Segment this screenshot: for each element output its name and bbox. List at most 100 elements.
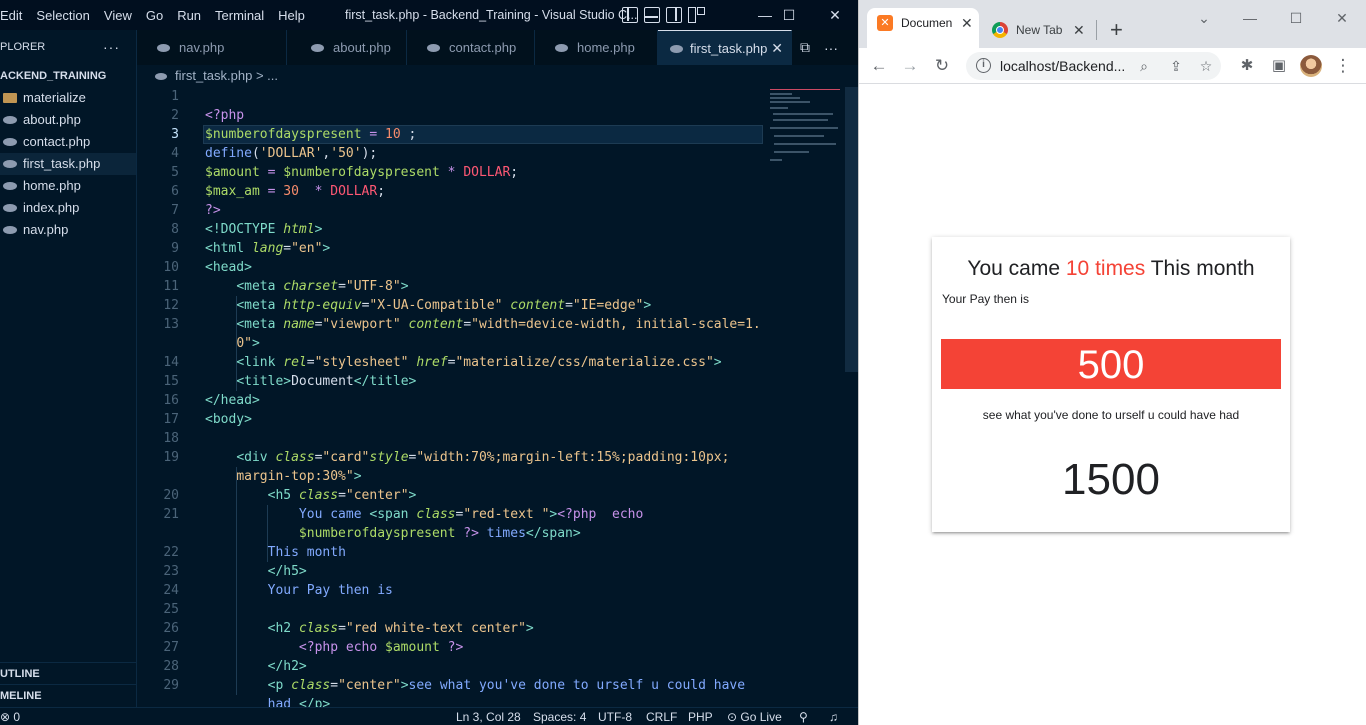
zoom-icon[interactable]: ⌕ <box>1132 54 1156 78</box>
tab-contact[interactable]: contact.php <box>407 30 535 65</box>
menu-view[interactable]: View <box>97 8 139 23</box>
bookmark-star-icon[interactable]: ☆ <box>1194 54 1218 78</box>
code-line[interactable]: 7 ?> <box>137 201 845 220</box>
chrome-maximize-button[interactable]: ☐ <box>1273 0 1319 36</box>
tab-nav[interactable]: nav.php <box>137 30 287 65</box>
code-line[interactable]: 10 <head> <box>137 258 845 277</box>
code-line[interactable]: 13 <meta name="viewport" content="width=… <box>137 315 845 334</box>
status-language[interactable]: PHP <box>688 708 713 725</box>
code-line[interactable]: 9 <html lang="en"> <box>137 239 845 258</box>
code-line[interactable]: 27 <?php echo $amount ?> <box>137 638 845 657</box>
site-info-icon[interactable]: i <box>976 58 991 73</box>
status-encoding[interactable]: UTF-8 <box>598 708 632 725</box>
forward-button[interactable]: → <box>898 54 922 78</box>
toggle-sidebar-icon[interactable] <box>622 7 638 23</box>
code-line[interactable]: 18 <box>137 429 845 448</box>
workspace-folder[interactable]: ACKEND_TRAINING <box>0 65 136 87</box>
code-line[interactable]: 0"> <box>137 334 845 353</box>
menu-go[interactable]: Go <box>139 8 170 23</box>
code-line[interactable]: 6 $max_am = 30 * DOLLAR; <box>137 182 845 201</box>
address-bar[interactable]: i localhost/Backend... ⌕ ⇪ ☆ <box>966 52 1221 80</box>
code-line[interactable]: 17 <body> <box>137 410 845 429</box>
back-button[interactable]: ← <box>867 54 891 78</box>
menu-help[interactable]: Help <box>271 8 312 23</box>
code-line[interactable]: 11 <meta charset="UTF-8"> <box>137 277 845 296</box>
code-line[interactable]: 3 $numberofdayspresent = 10 ; <box>137 125 845 144</box>
code-line[interactable]: 25 <box>137 600 845 619</box>
accounts-icon[interactable]: ⚲ <box>799 708 808 725</box>
customize-layout-icon[interactable] <box>688 7 705 23</box>
tab-first-task[interactable]: first_task.php ✕ <box>658 30 792 65</box>
reload-button[interactable]: ↻ <box>930 54 954 78</box>
go-live-button[interactable]: ⊙ Go Live <box>727 708 782 725</box>
code-line[interactable]: 21 You came <span class="red-text "><?ph… <box>137 505 845 524</box>
status-indentation[interactable]: Spaces: 4 <box>533 708 586 725</box>
code-line[interactable]: 29 <p class="center">see what you've don… <box>137 676 845 695</box>
editor-scrollbar[interactable] <box>845 87 858 707</box>
code-line[interactable]: 22 This month <box>137 543 845 562</box>
code-line[interactable]: 23 </h5> <box>137 562 845 581</box>
explorer-more-icon[interactable]: ··· <box>103 30 120 65</box>
maximize-button[interactable]: ☐ <box>766 0 812 30</box>
chrome-tab-newtab-title[interactable]: New Tab <box>1016 22 1062 38</box>
explorer-item-first-task[interactable]: first_task.php <box>0 153 136 175</box>
side-panel-icon[interactable]: ▣ <box>1267 54 1291 78</box>
status-cursor-position[interactable]: Ln 3, Col 28 <box>456 708 521 725</box>
outline-section[interactable]: UTLINE <box>0 662 137 684</box>
code-line[interactable]: 28 </h2> <box>137 657 845 676</box>
explorer-item-index[interactable]: index.php <box>0 197 136 219</box>
scrollbar-thumb[interactable] <box>845 87 858 372</box>
breadcrumb-file[interactable]: first_task.php <box>175 68 252 83</box>
tab-about[interactable]: about.php <box>287 30 407 65</box>
explorer-item-about[interactable]: about.php <box>0 109 136 131</box>
new-tab-button[interactable]: + <box>1110 19 1123 41</box>
code-line[interactable]: had </p> <box>137 695 845 707</box>
code-line[interactable]: margin-top:30%"> <box>137 467 845 486</box>
timeline-section[interactable]: MELINE <box>0 684 137 706</box>
menu-terminal[interactable]: Terminal <box>208 8 271 23</box>
code-line[interactable]: 1 <box>137 87 845 106</box>
code-editor[interactable]: 1 2 <?php 3 $numberofdayspresent = 10 ; 4 defi… <box>137 87 845 707</box>
explorer-item-nav[interactable]: nav.php <box>0 219 136 241</box>
editor-more-icon[interactable]: ··· <box>824 40 838 56</box>
chrome-close-button[interactable]: ✕ <box>1319 0 1365 36</box>
share-icon[interactable]: ⇪ <box>1164 54 1188 78</box>
code-line[interactable]: $numberofdayspresent ?> times</span> <box>137 524 845 543</box>
toggle-panel-icon[interactable] <box>644 7 660 23</box>
url-text[interactable]: localhost/Backend... <box>1000 52 1130 80</box>
code-line[interactable]: 14 <link rel="stylesheet" href="material… <box>137 353 845 372</box>
code-line[interactable]: 19 <div class="card"style="width:70%;mar… <box>137 448 845 467</box>
code-line[interactable]: 20 <h5 class="center"> <box>137 486 845 505</box>
tab-home[interactable]: home.php <box>535 30 658 65</box>
explorer-item-home[interactable]: home.php <box>0 175 136 197</box>
chrome-tab-close-icon[interactable]: ✕ <box>961 14 973 32</box>
toggle-secondary-sidebar-icon[interactable] <box>666 7 682 23</box>
extensions-icon[interactable]: ✱ <box>1235 54 1259 78</box>
explorer-item-contact[interactable]: contact.php <box>0 131 136 153</box>
close-button[interactable]: ✕ <box>812 0 858 30</box>
code-line[interactable]: 2 <?php <box>137 106 845 125</box>
tab-search-icon[interactable]: ⌄ <box>1181 0 1227 36</box>
code-line[interactable]: 4 define('DOLLAR','50'); <box>137 144 845 163</box>
explorer-item-materialize[interactable]: materialize <box>0 87 136 109</box>
tab-close-icon[interactable]: ✕ <box>771 31 783 66</box>
code-line[interactable]: 26 <h2 class="red white-text center"> <box>137 619 845 638</box>
status-problems[interactable]: ⊗ 0 <box>0 708 20 725</box>
split-editor-icon[interactable]: ⧉ <box>800 39 810 56</box>
code-line[interactable]: 12 <meta http-equiv = "X-UA-Compatible" co… <box>137 296 845 315</box>
chrome-tab-document[interactable]: ✕ Documen ✕ <box>867 8 979 48</box>
code-line[interactable]: 24 Your Pay then is <box>137 581 845 600</box>
menu-edit[interactable]: Edit <box>0 8 29 23</box>
code-line[interactable]: 8 <!DOCTYPE html> <box>137 220 845 239</box>
status-eol[interactable]: CRLF <box>646 708 677 725</box>
chrome-minimize-button[interactable]: — <box>1227 0 1273 36</box>
chrome-menu-icon[interactable]: ⋮ <box>1331 54 1355 78</box>
menu-selection[interactable]: Selection <box>29 8 96 23</box>
breadcrumb-rest[interactable]: ... <box>267 68 278 83</box>
code-line[interactable]: 15 <title>Document</title> <box>137 372 845 391</box>
code-line[interactable]: 16 </head> <box>137 391 845 410</box>
profile-avatar[interactable] <box>1300 55 1322 77</box>
code-line[interactable]: 5 $amount = $numberofdayspresent * DOLLAR… <box>137 163 845 182</box>
notifications-bell-icon[interactable]: ♫ <box>829 708 838 725</box>
menu-run[interactable]: Run <box>170 8 208 23</box>
